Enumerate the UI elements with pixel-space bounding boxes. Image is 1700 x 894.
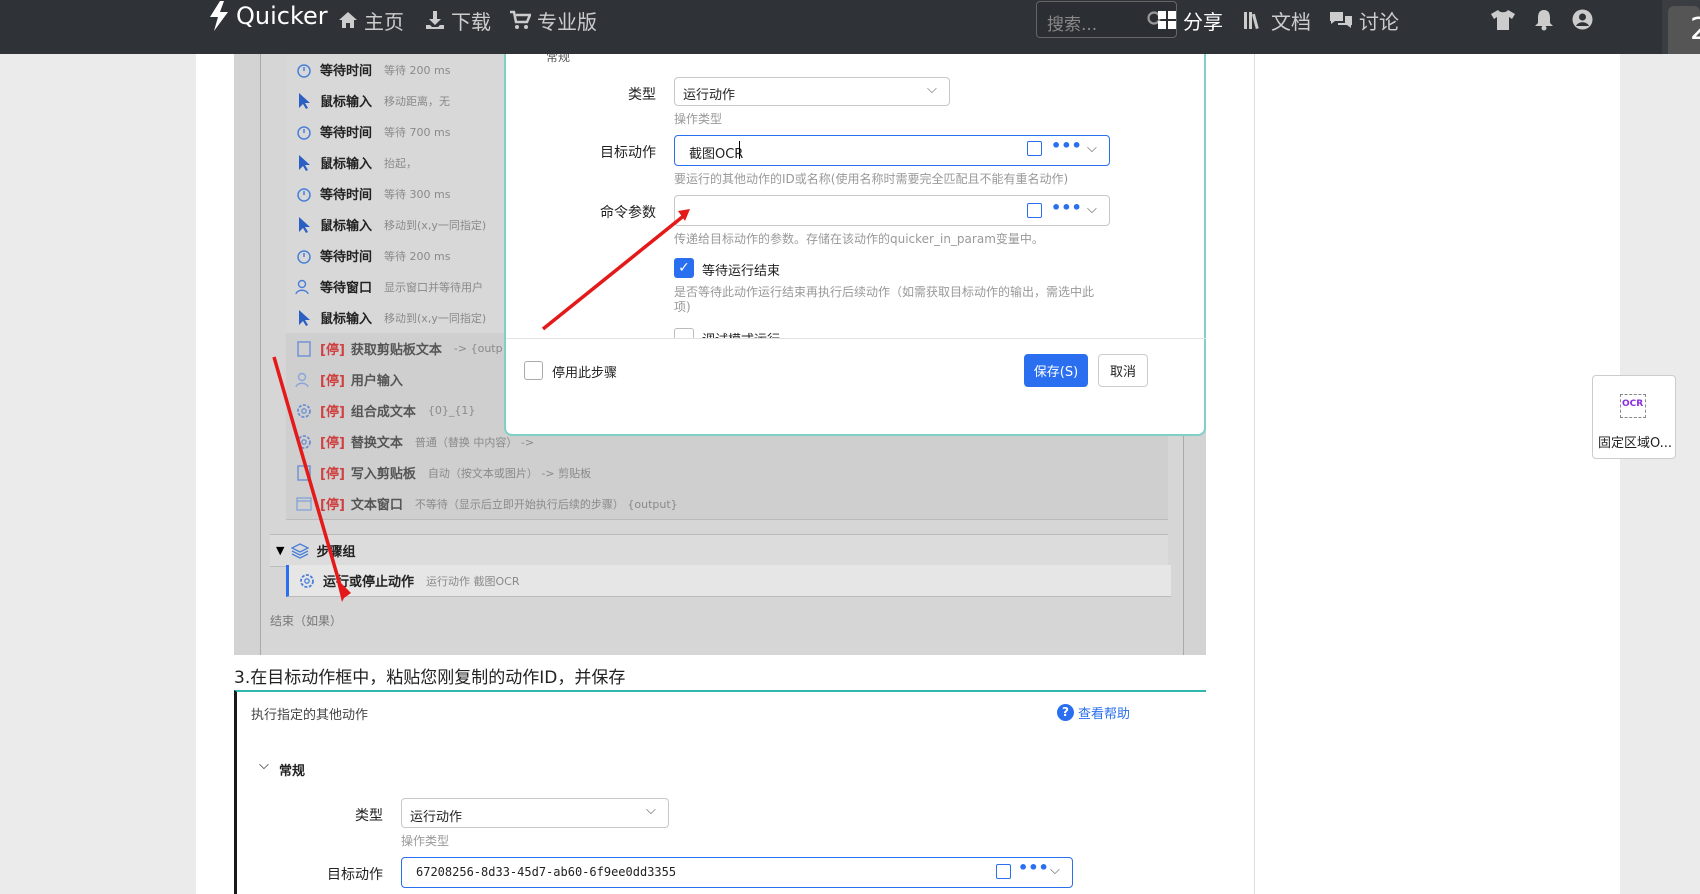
cart-icon [510, 10, 531, 29]
download-icon [426, 11, 444, 29]
arrow-head [336, 578, 351, 602]
nav-home-label: 主页 [364, 9, 404, 34]
ocr-action-card[interactable]: OCR 固定区域O... [1592, 375, 1676, 459]
help-label: 查看帮助 [1078, 707, 1131, 722]
help-link[interactable]: ? 查看帮助 [1057, 703, 1130, 722]
type-select-value: 运行动作 [410, 810, 463, 825]
dialog-title: 执行指定的其他动作 [251, 708, 369, 723]
nav-home-link[interactable]: 主页 [338, 8, 404, 34]
arrow-to-target-field [541, 212, 688, 331]
right-sidebar [1254, 54, 1621, 894]
section-title: 常规 [279, 764, 306, 779]
chevron-down-icon: ⌵ [646, 803, 656, 818]
nav-docs-link[interactable]: 文档 [1243, 8, 1311, 34]
type-label: 类型 [355, 808, 383, 824]
bell-icon[interactable] [1534, 9, 1554, 31]
chevron-down-icon[interactable]: ⌵ [259, 758, 269, 773]
nav-pro-label: 专业版 [537, 9, 597, 34]
page-gutter [1620, 54, 1700, 894]
grid-icon [1158, 10, 1176, 29]
comments-icon [1330, 12, 1352, 28]
open-link-icon[interactable] [996, 864, 1011, 879]
search-input[interactable]: 搜索... [1036, 1, 1177, 38]
target-action-label: 目标动作 [327, 867, 383, 883]
nav-share-label: 分享 [1183, 9, 1223, 34]
chevron-down-icon[interactable]: ⌵ [1050, 863, 1060, 878]
nav-share-link[interactable]: 分享 [1158, 8, 1223, 34]
brand-logo-link[interactable]: Quicker [208, 1, 328, 31]
screenshot-action-editor: 等待时间 等待 200 ms 鼠标输入 移动距离，无 等待时间 等待 700 ms 鼠… [234, 54, 1206, 655]
ocr-icon-text: OCR [1622, 399, 1644, 409]
target-action-value: 67208256-8d33-45d7-ab60-6f9ee0dd3355 [416, 865, 677, 879]
ocr-card-label: 固定区域O... [1597, 436, 1673, 451]
top-navbar: Quicker 主页 下载 专业版 搜索... 分享 文档 讨论 [0, 0, 1700, 54]
search-placeholder: 搜索... [1047, 15, 1098, 35]
more-icon[interactable]: ••• [1018, 858, 1049, 877]
tshirt-icon[interactable] [1490, 9, 1516, 31]
arrow-to-step-row [272, 356, 344, 593]
corner-digit: 2 [1690, 12, 1700, 47]
home-icon [339, 12, 357, 28]
annotation-arrows [272, 209, 690, 602]
brand-name: Quicker [236, 2, 328, 30]
lightning-logo-icon [210, 1, 228, 31]
user-avatar-icon[interactable] [1572, 9, 1593, 30]
step3-instruction: 3.在目标动作框中，粘贴您刚复制的动作ID，并保存 [234, 668, 626, 688]
nav-download-link[interactable]: 下载 [425, 8, 491, 34]
target-action-input[interactable]: 67208256-8d33-45d7-ab60-6f9ee0dd3355 •••… [401, 857, 1073, 888]
nav-discuss-label: 讨论 [1359, 9, 1399, 34]
books-icon [1244, 12, 1259, 30]
ocr-frame-icon: OCR [1620, 394, 1646, 418]
nav-download-label: 下载 [451, 9, 491, 34]
type-hint: 操作类型 [401, 834, 450, 848]
type-select[interactable]: 运行动作 ⌵ [401, 798, 669, 828]
screenshot-target-action-form: 执行指定的其他动作 ? 查看帮助 ⌵ 常规 类型 运行动作 ⌵ 操作类型 目标动… [234, 690, 1206, 894]
nav-docs-label: 文档 [1271, 9, 1311, 34]
nav-pro-link[interactable]: 专业版 [509, 8, 597, 34]
help-icon: ? [1057, 704, 1074, 721]
nav-discuss-link[interactable]: 讨论 [1329, 8, 1399, 34]
